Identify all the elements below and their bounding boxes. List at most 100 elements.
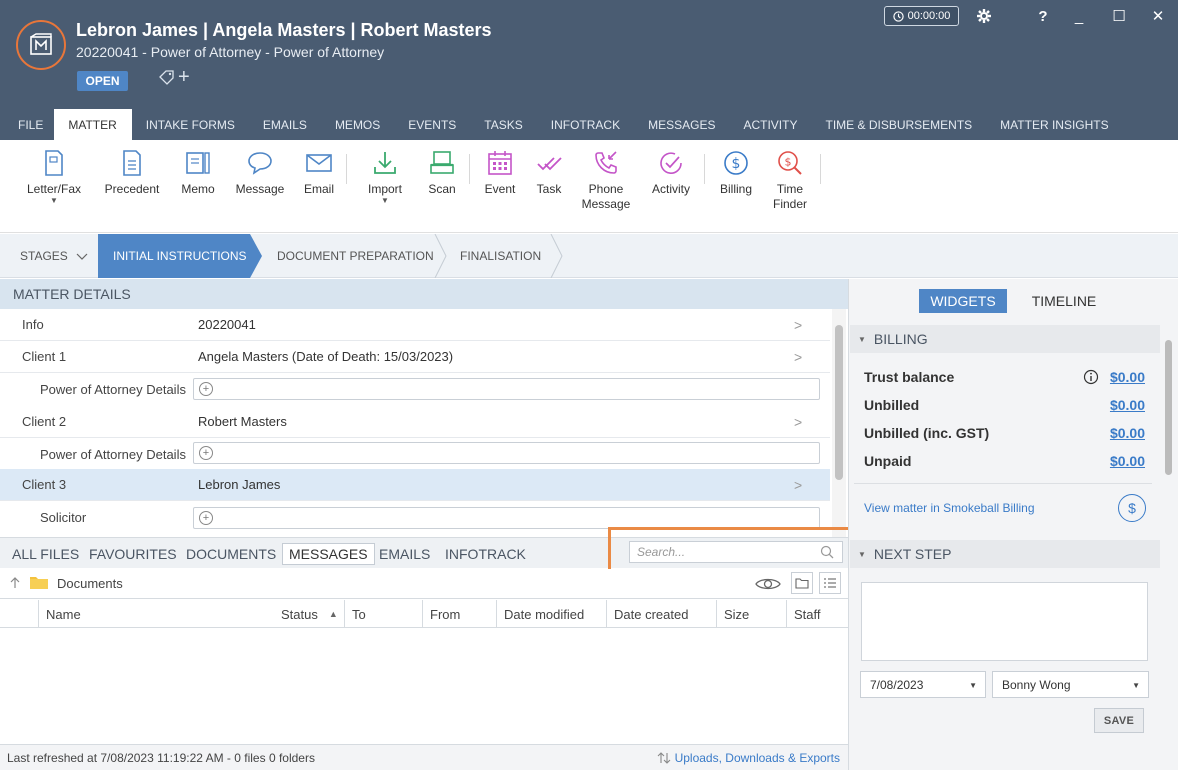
- maximize-button[interactable]: ☐: [1107, 4, 1131, 28]
- detail-row-client-2[interactable]: Client 2 Robert Masters >: [0, 406, 830, 438]
- tab-all-files[interactable]: ALL FILES: [6, 543, 85, 565]
- column-date-modified[interactable]: Date modified: [496, 600, 606, 628]
- unbilled-row: Unbilled $0.00: [864, 397, 1145, 413]
- next-step-date-select[interactable]: 7/08/2023 ▼: [860, 671, 986, 698]
- eye-icon[interactable]: [755, 576, 781, 592]
- up-arrow-icon[interactable]: [8, 576, 22, 590]
- phone-message-button[interactable]: Phone Message: [580, 148, 632, 212]
- message-button[interactable]: Message: [234, 148, 286, 197]
- column-to[interactable]: To: [344, 600, 422, 628]
- stage-arrow-active-icon: [250, 234, 262, 278]
- memo-button[interactable]: Memo: [178, 148, 218, 197]
- divider: [854, 483, 1152, 484]
- dollar-circle-icon[interactable]: $: [1118, 494, 1146, 522]
- letter-fax-button[interactable]: Letter/Fax ▼: [26, 148, 82, 205]
- folder-icon: [30, 577, 48, 589]
- tab-infotrack[interactable]: INFOTRACK: [537, 109, 634, 140]
- search-highlight-annotation: [608, 527, 863, 573]
- tab-tasks[interactable]: TASKS: [470, 109, 536, 140]
- event-button[interactable]: Event: [482, 148, 518, 197]
- status-bar: Last refreshed at 7/08/2023 11:19:22 AM …: [0, 744, 848, 770]
- details-scrollbar-thumb[interactable]: [835, 325, 843, 480]
- folder-path-label[interactable]: Documents: [57, 576, 123, 591]
- tab-emails-files[interactable]: EMAILS: [373, 543, 436, 565]
- poa-details-field[interactable]: +: [193, 442, 820, 464]
- tab-file[interactable]: FILE: [0, 109, 54, 140]
- next-step-staff-select[interactable]: Bonny Wong ▼: [992, 671, 1149, 698]
- ribbon-separator: [346, 154, 347, 184]
- unbilled-value[interactable]: $0.00: [1110, 397, 1145, 413]
- column-date-created[interactable]: Date created: [606, 600, 716, 628]
- view-billing-link[interactable]: View matter in Smokeball Billing: [864, 501, 1035, 515]
- timeline-toggle[interactable]: TIMELINE: [1021, 289, 1107, 313]
- tab-infotrack-files[interactable]: INFOTRACK: [439, 543, 532, 565]
- tab-intake-forms[interactable]: INTAKE FORMS: [132, 109, 249, 140]
- chevron-right-icon: >: [794, 348, 803, 365]
- add-circle-icon: +: [199, 446, 213, 460]
- unpaid-value[interactable]: $0.00: [1110, 453, 1145, 469]
- billing-button[interactable]: $ Billing: [716, 148, 756, 197]
- speech-bubble-icon: [245, 148, 275, 178]
- unbilled-gst-value[interactable]: $0.00: [1110, 425, 1145, 441]
- time-finder-button[interactable]: $ Time Finder: [770, 148, 810, 212]
- timer-button[interactable]: 00:00:00: [884, 6, 959, 26]
- detail-row-poa-2: Power of Attorney Details +: [0, 438, 830, 470]
- tab-activity[interactable]: ACTIVITY: [729, 109, 811, 140]
- help-button[interactable]: ?: [1031, 4, 1055, 28]
- column-staff[interactable]: Staff: [786, 600, 847, 628]
- add-tag-button[interactable]: +: [158, 66, 190, 88]
- precedent-button[interactable]: Precedent: [103, 148, 161, 197]
- detail-row-client-1[interactable]: Client 1 Angela Masters (Date of Death: …: [0, 341, 830, 373]
- tab-events[interactable]: EVENTS: [394, 109, 470, 140]
- stage-initial-instructions[interactable]: INITIAL INSTRUCTIONS: [98, 234, 250, 278]
- memo-icon: [183, 148, 213, 178]
- tab-messages-files[interactable]: MESSAGES: [282, 543, 375, 565]
- email-button[interactable]: Email: [300, 148, 338, 197]
- minimize-button[interactable]: _: [1067, 4, 1091, 28]
- tab-time-disbursements[interactable]: TIME & DISBURSEMENTS: [811, 109, 986, 140]
- files-grid-body: [0, 628, 848, 744]
- solicitor-field[interactable]: +: [193, 507, 820, 529]
- tab-memos[interactable]: MEMOS: [321, 109, 394, 140]
- tab-matter[interactable]: MATTER: [54, 109, 132, 140]
- next-step-textarea[interactable]: [861, 582, 1148, 661]
- poa-details-field[interactable]: +: [193, 378, 820, 400]
- column-name[interactable]: Name: [38, 600, 274, 628]
- task-button[interactable]: Task: [533, 148, 565, 197]
- uploads-downloads-link[interactable]: Uploads, Downloads & Exports: [657, 751, 840, 765]
- tab-messages[interactable]: MESSAGES: [634, 109, 729, 140]
- column-from[interactable]: From: [422, 600, 496, 628]
- detail-row-info[interactable]: Info 20220041 >: [0, 309, 830, 341]
- settings-button[interactable]: [972, 4, 996, 28]
- right-panel-scrollbar-thumb[interactable]: [1165, 340, 1172, 475]
- list-view-button[interactable]: [819, 572, 841, 594]
- activity-button[interactable]: Activity: [648, 148, 694, 197]
- stages-dropdown[interactable]: STAGES: [0, 234, 98, 278]
- folder-view-button[interactable]: [791, 572, 813, 594]
- matter-header: Lebron James | Angela Masters | Robert M…: [0, 0, 1178, 140]
- tab-matter-insights[interactable]: MATTER INSIGHTS: [986, 109, 1122, 140]
- transfer-arrows-icon: [657, 752, 670, 764]
- tab-emails[interactable]: EMAILS: [249, 109, 321, 140]
- info-icon[interactable]: [1083, 369, 1099, 385]
- trust-balance-value[interactable]: $0.00: [1110, 369, 1145, 385]
- widgets-toggle[interactable]: WIDGETS: [919, 289, 1007, 313]
- import-button[interactable]: Import ▼: [362, 148, 408, 205]
- gear-icon: [977, 9, 991, 23]
- next-step-section-header[interactable]: ▼ NEXT STEP: [850, 540, 1160, 568]
- stage-document-preparation[interactable]: DOCUMENT PREPARATION: [277, 234, 434, 278]
- close-button[interactable]: ✕: [1146, 4, 1170, 28]
- status-badge[interactable]: OPEN: [77, 71, 128, 91]
- column-size[interactable]: Size: [716, 600, 786, 628]
- tab-favourites[interactable]: FAVOURITES: [83, 543, 183, 565]
- plus-icon: +: [178, 66, 190, 88]
- scan-button[interactable]: Scan: [424, 148, 460, 197]
- unbilled-gst-row: Unbilled (inc. GST) $0.00: [864, 425, 1145, 441]
- stages-bar: STAGES INITIAL INSTRUCTIONS DOCUMENT PRE…: [0, 234, 1178, 278]
- detail-row-client-3[interactable]: Client 3 Lebron James >: [0, 469, 830, 501]
- save-next-step-button[interactable]: SAVE: [1094, 708, 1144, 733]
- stage-finalisation[interactable]: FINALISATION: [460, 234, 541, 278]
- column-status[interactable]: Status ▲: [274, 600, 344, 628]
- billing-section-header[interactable]: ▼ BILLING: [850, 325, 1160, 353]
- tab-documents[interactable]: DOCUMENTS: [180, 543, 282, 565]
